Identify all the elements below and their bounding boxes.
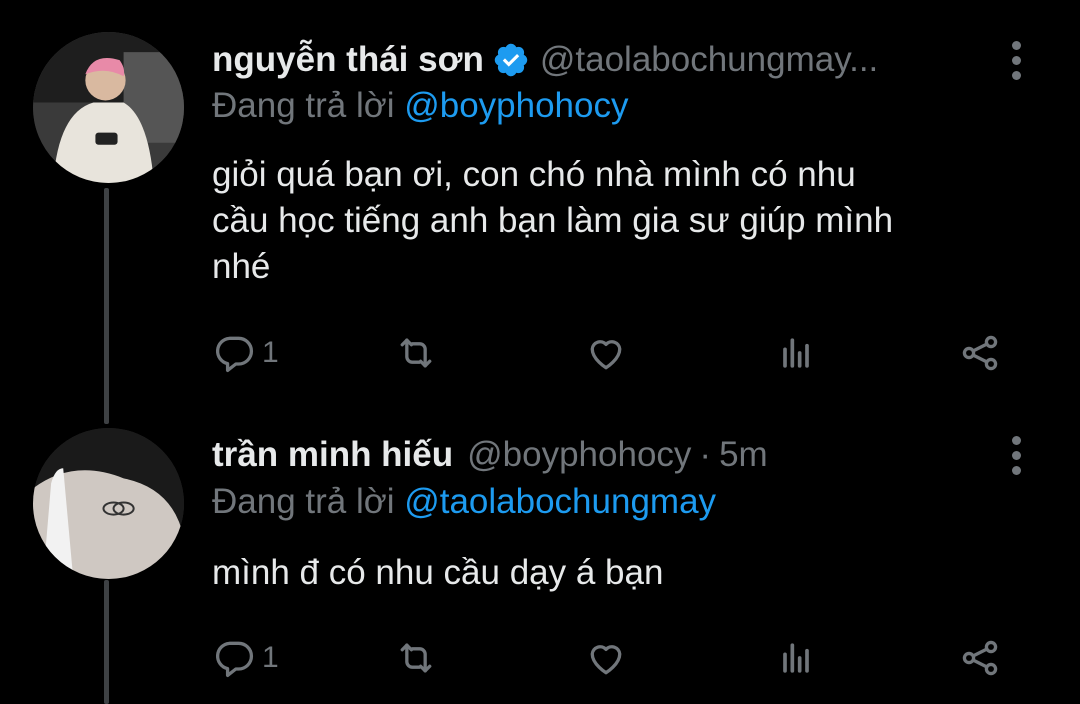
mention-link[interactable]: @taolabochungmay	[404, 482, 716, 521]
reply-count: 1	[262, 336, 279, 369]
views-icon	[783, 338, 809, 368]
avatar[interactable]	[33, 32, 184, 183]
more-vertical-icon	[1011, 40, 1021, 50]
reply-button[interactable]: 1	[212, 328, 279, 378]
more-vertical-icon	[1011, 435, 1021, 445]
like-icon	[590, 340, 622, 370]
replying-to: Đang trả lời @taolabochungmay	[212, 482, 717, 521]
user-handle[interactable]: @boyphohocy	[467, 435, 691, 475]
more-options-button[interactable]	[1004, 35, 1028, 85]
retweet-icon	[400, 643, 432, 673]
share-icon	[962, 335, 998, 371]
tweet[interactable]: trần minh hiếu @boyphohocy · 5m Đang trả…	[0, 410, 1080, 704]
action-bar: 1	[212, 328, 1032, 378]
tweet[interactable]: nguyễn thái sơn @taolabochungmay... Đang…	[0, 0, 1080, 410]
views-button[interactable]	[774, 328, 818, 378]
share-icon	[962, 640, 998, 676]
like-button[interactable]	[584, 328, 628, 378]
retweet-icon	[400, 338, 432, 368]
like-button[interactable]	[584, 633, 628, 683]
share-button[interactable]	[958, 328, 1002, 378]
avatar[interactable]	[33, 428, 184, 579]
mention-link[interactable]: @boyphohocy	[404, 86, 628, 125]
avatar-image	[33, 428, 184, 579]
tweet-text: mình đ có nhu cầu dạy á bạn	[212, 553, 664, 592]
share-button[interactable]	[958, 633, 1002, 683]
retweet-button[interactable]	[394, 633, 438, 683]
reply-count: 1	[262, 641, 279, 674]
tweet-header: trần minh hiếu @boyphohocy · 5m	[212, 435, 768, 475]
user-handle[interactable]: @taolabochungmay...	[540, 40, 878, 80]
reply-button[interactable]: 1	[212, 633, 279, 683]
more-options-button[interactable]	[1004, 430, 1028, 480]
reply-icon	[215, 336, 254, 373]
replying-to: Đang trả lời @boyphohocy	[212, 86, 629, 125]
like-icon	[590, 645, 622, 675]
timestamp[interactable]: 5m	[719, 435, 768, 475]
views-icon	[783, 643, 809, 673]
verified-badge-icon	[492, 41, 530, 79]
tweet-text: giỏi quá bạn ơi, con chó nhà mình có nhu…	[212, 155, 894, 286]
avatar-image	[33, 32, 184, 183]
reply-icon	[215, 641, 254, 678]
display-name[interactable]: trần minh hiếu	[212, 435, 453, 475]
action-bar: 1	[212, 633, 1032, 683]
retweet-button[interactable]	[394, 328, 438, 378]
tweet-header: nguyễn thái sơn @taolabochungmay...	[212, 35, 878, 85]
views-button[interactable]	[774, 633, 818, 683]
display-name[interactable]: nguyễn thái sơn	[212, 40, 484, 80]
